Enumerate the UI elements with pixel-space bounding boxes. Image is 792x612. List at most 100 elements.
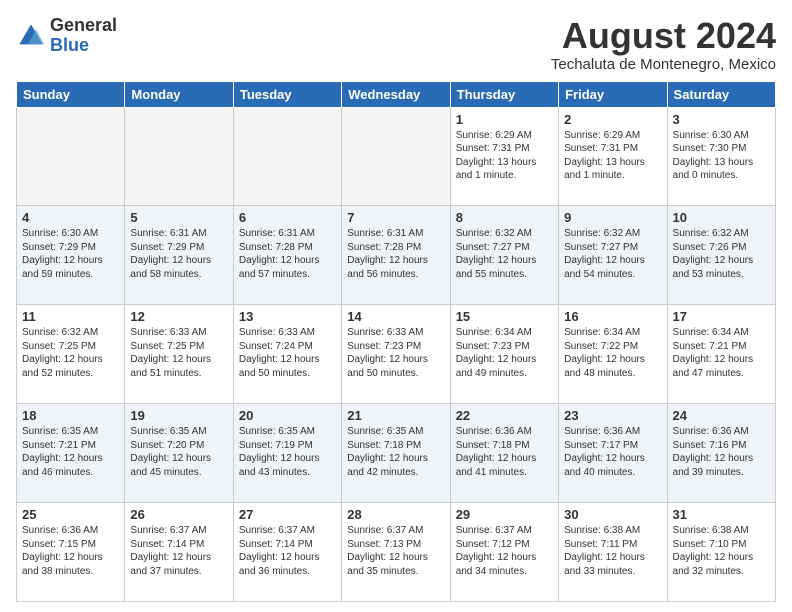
week-row-5: 25Sunrise: 6:36 AM Sunset: 7:15 PM Dayli…	[17, 503, 776, 602]
cell-info: Sunrise: 6:34 AM Sunset: 7:23 PM Dayligh…	[456, 326, 553, 380]
day-header-monday: Monday	[125, 81, 233, 107]
cell-info: Sunrise: 6:35 AM Sunset: 7:18 PM Dayligh…	[347, 425, 444, 479]
calendar-cell: 2Sunrise: 6:29 AM Sunset: 7:31 PM Daylig…	[559, 107, 667, 206]
week-row-4: 18 Sunrise: 6:35 AM Sunset: 7:21 PM Dayli…	[17, 404, 776, 503]
day-header-wednesday: Wednesday	[342, 81, 450, 107]
calendar-cell: 29 Sunrise: 6:37 AM Sunset: 7:12 PM Dayli…	[450, 503, 558, 602]
cell-day-number: 23	[564, 408, 661, 423]
calendar-cell: 12 Sunrise: 6:33 AM Sunset: 7:25 PM Dayli…	[125, 305, 233, 404]
cell-info: Sunrise: 6:36 AM Sunset: 7:18 PM Dayligh…	[456, 425, 553, 479]
cell-info: Sunrise: 6:36 AM Sunset: 7:16 PM Dayligh…	[673, 425, 770, 479]
cell-info: Sunrise: 6:33 AM Sunset: 7:25 PM Dayligh…	[130, 326, 227, 380]
calendar-cell: 23 Sunrise: 6:36 AM Sunset: 7:17 PM Dayli…	[559, 404, 667, 503]
cell-day-number: 14	[347, 309, 444, 324]
logo-blue-text: Blue	[50, 36, 117, 56]
cell-info: Sunrise: 6:32 AM Sunset: 7:27 PM Dayligh…	[456, 227, 553, 281]
cell-info: Sunrise: 6:29 AM Sunset: 7:31 PM Dayligh…	[456, 129, 553, 183]
cell-day-number: 1	[456, 112, 553, 127]
cell-day-number: 18	[22, 408, 119, 423]
day-header-saturday: Saturday	[667, 81, 775, 107]
calendar-cell: 27Sunrise: 6:37 AM Sunset: 7:14 PM Dayli…	[233, 503, 341, 602]
calendar-cell: 18 Sunrise: 6:35 AM Sunset: 7:21 PM Dayli…	[17, 404, 125, 503]
calendar-cell: 7Sunrise: 6:31 AM Sunset: 7:28 PM Daylig…	[342, 206, 450, 305]
calendar-cell: 15 Sunrise: 6:34 AM Sunset: 7:23 PM Dayli…	[450, 305, 558, 404]
day-header-sunday: Sunday	[17, 81, 125, 107]
cell-day-number: 28	[347, 507, 444, 522]
cell-info: Sunrise: 6:29 AM Sunset: 7:31 PM Dayligh…	[564, 129, 661, 183]
calendar-cell: 16Sunrise: 6:34 AM Sunset: 7:22 PM Dayli…	[559, 305, 667, 404]
cell-info: Sunrise: 6:37 AM Sunset: 7:12 PM Dayligh…	[456, 524, 553, 578]
calendar-cell: 24 Sunrise: 6:36 AM Sunset: 7:16 PM Dayli…	[667, 404, 775, 503]
calendar-cell: 25Sunrise: 6:36 AM Sunset: 7:15 PM Dayli…	[17, 503, 125, 602]
week-row-3: 11 Sunrise: 6:32 AM Sunset: 7:25 PM Dayli…	[17, 305, 776, 404]
cell-day-number: 11	[22, 309, 119, 324]
cell-day-number: 8	[456, 210, 553, 225]
cell-info: Sunrise: 6:37 AM Sunset: 7:14 PM Dayligh…	[130, 524, 227, 578]
cell-day-number: 24	[673, 408, 770, 423]
calendar-cell: 19 Sunrise: 6:35 AM Sunset: 7:20 PM Dayli…	[125, 404, 233, 503]
cell-info: Sunrise: 6:37 AM Sunset: 7:13 PM Dayligh…	[347, 524, 444, 578]
logo-icon	[16, 21, 46, 51]
calendar-cell: 28 Sunrise: 6:37 AM Sunset: 7:13 PM Dayli…	[342, 503, 450, 602]
calendar-cell	[17, 107, 125, 206]
calendar-cell: 21 Sunrise: 6:35 AM Sunset: 7:18 PM Dayli…	[342, 404, 450, 503]
day-header-friday: Friday	[559, 81, 667, 107]
cell-day-number: 9	[564, 210, 661, 225]
cell-info: Sunrise: 6:35 AM Sunset: 7:21 PM Dayligh…	[22, 425, 119, 479]
day-header-tuesday: Tuesday	[233, 81, 341, 107]
calendar-cell: 17Sunrise: 6:34 AM Sunset: 7:21 PM Dayli…	[667, 305, 775, 404]
title-block: August 2024 Techaluta de Montenegro, Mex…	[551, 16, 776, 73]
cell-info: Sunrise: 6:31 AM Sunset: 7:28 PM Dayligh…	[239, 227, 336, 281]
cell-info: Sunrise: 6:30 AM Sunset: 7:29 PM Dayligh…	[22, 227, 119, 281]
calendar-cell: 13Sunrise: 6:33 AM Sunset: 7:24 PM Dayli…	[233, 305, 341, 404]
cell-day-number: 17	[673, 309, 770, 324]
calendar-body: 1 Sunrise: 6:29 AM Sunset: 7:31 PM Daylig…	[17, 107, 776, 601]
calendar-cell: 4 Sunrise: 6:30 AM Sunset: 7:29 PM Daylig…	[17, 206, 125, 305]
cell-day-number: 6	[239, 210, 336, 225]
calendar-cell: 3 Sunrise: 6:30 AM Sunset: 7:30 PM Daylig…	[667, 107, 775, 206]
cell-info: Sunrise: 6:35 AM Sunset: 7:20 PM Dayligh…	[130, 425, 227, 479]
cell-info: Sunrise: 6:38 AM Sunset: 7:11 PM Dayligh…	[564, 524, 661, 578]
cell-info: Sunrise: 6:32 AM Sunset: 7:25 PM Dayligh…	[22, 326, 119, 380]
calendar-cell: 8 Sunrise: 6:32 AM Sunset: 7:27 PM Daylig…	[450, 206, 558, 305]
week-row-2: 4 Sunrise: 6:30 AM Sunset: 7:29 PM Daylig…	[17, 206, 776, 305]
header: General Blue August 2024 Techaluta de Mo…	[16, 16, 776, 73]
cell-day-number: 4	[22, 210, 119, 225]
cell-info: Sunrise: 6:38 AM Sunset: 7:10 PM Dayligh…	[673, 524, 770, 578]
main-title: August 2024	[551, 16, 776, 56]
day-header-thursday: Thursday	[450, 81, 558, 107]
cell-day-number: 29	[456, 507, 553, 522]
cell-info: Sunrise: 6:30 AM Sunset: 7:30 PM Dayligh…	[673, 129, 770, 183]
cell-day-number: 31	[673, 507, 770, 522]
cell-day-number: 10	[673, 210, 770, 225]
calendar-cell: 5Sunrise: 6:31 AM Sunset: 7:29 PM Daylig…	[125, 206, 233, 305]
calendar-cell: 9Sunrise: 6:32 AM Sunset: 7:27 PM Daylig…	[559, 206, 667, 305]
cell-day-number: 19	[130, 408, 227, 423]
calendar-cell: 14Sunrise: 6:33 AM Sunset: 7:23 PM Dayli…	[342, 305, 450, 404]
header-row: SundayMondayTuesdayWednesdayThursdayFrid…	[17, 81, 776, 107]
cell-day-number: 30	[564, 507, 661, 522]
calendar-cell: 30 Sunrise: 6:38 AM Sunset: 7:11 PM Dayli…	[559, 503, 667, 602]
calendar-cell	[233, 107, 341, 206]
cell-day-number: 21	[347, 408, 444, 423]
cell-info: Sunrise: 6:32 AM Sunset: 7:26 PM Dayligh…	[673, 227, 770, 281]
cell-day-number: 12	[130, 309, 227, 324]
calendar-header: SundayMondayTuesdayWednesdayThursdayFrid…	[17, 81, 776, 107]
cell-day-number: 13	[239, 309, 336, 324]
calendar-cell: 10 Sunrise: 6:32 AM Sunset: 7:26 PM Dayli…	[667, 206, 775, 305]
cell-day-number: 20	[239, 408, 336, 423]
cell-info: Sunrise: 6:31 AM Sunset: 7:28 PM Dayligh…	[347, 227, 444, 281]
cell-day-number: 3	[673, 112, 770, 127]
calendar-cell: 20Sunrise: 6:35 AM Sunset: 7:19 PM Dayli…	[233, 404, 341, 503]
cell-day-number: 26	[130, 507, 227, 522]
logo: General Blue	[16, 16, 117, 56]
subtitle: Techaluta de Montenegro, Mexico	[551, 56, 776, 73]
logo-text: General Blue	[50, 16, 117, 56]
calendar-table: SundayMondayTuesdayWednesdayThursdayFrid…	[16, 81, 776, 602]
cell-day-number: 22	[456, 408, 553, 423]
cell-day-number: 15	[456, 309, 553, 324]
cell-info: Sunrise: 6:36 AM Sunset: 7:17 PM Dayligh…	[564, 425, 661, 479]
cell-info: Sunrise: 6:31 AM Sunset: 7:29 PM Dayligh…	[130, 227, 227, 281]
calendar-cell: 26 Sunrise: 6:37 AM Sunset: 7:14 PM Dayli…	[125, 503, 233, 602]
calendar-cell: 31 Sunrise: 6:38 AM Sunset: 7:10 PM Dayli…	[667, 503, 775, 602]
